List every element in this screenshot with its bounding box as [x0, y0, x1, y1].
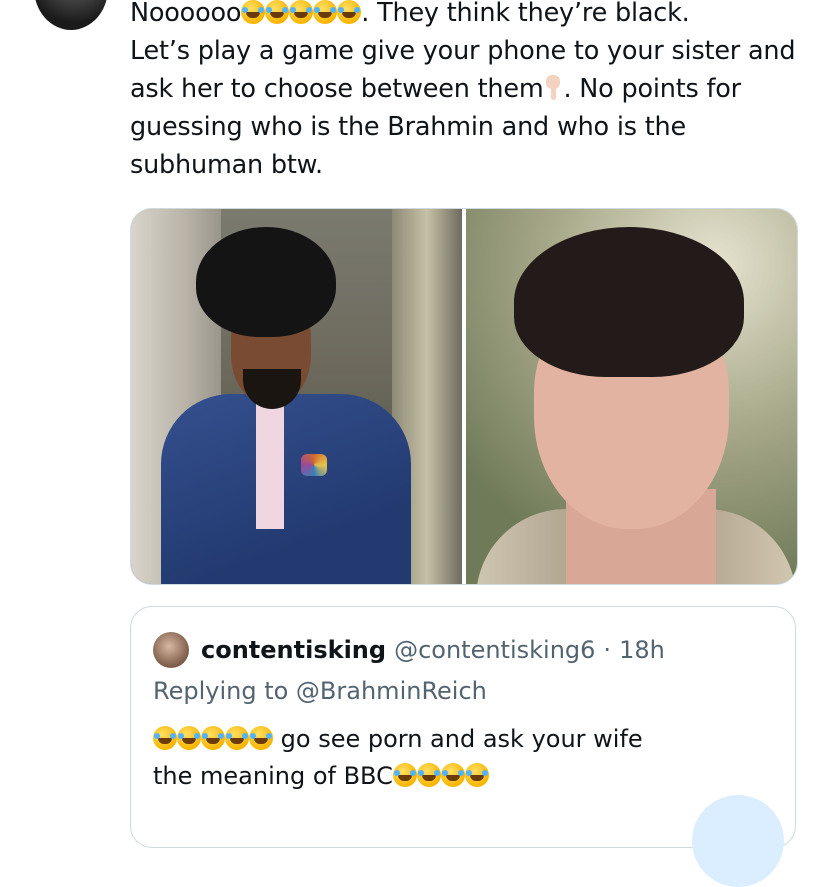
quoted-tweet-text: go see porn and ask your wife the meanin… [153, 721, 773, 795]
laughing-emoji-icon [177, 726, 201, 750]
photo-left-pocket-square [301, 454, 327, 476]
laughing-emoji-icon [416, 763, 441, 787]
photo-left-suit [161, 394, 411, 584]
meta-separator: · [603, 636, 612, 664]
laughing-emoji-icon [153, 726, 177, 750]
laughing-emoji-icon [265, 0, 290, 24]
laughing-emoji-icon [440, 763, 465, 787]
tweet-text-line2: Let’s play a game give your phone to you… [130, 36, 796, 66]
quoted-author-avatar[interactable] [153, 632, 189, 668]
tweet-text-line5: subhuman btw. [130, 150, 323, 180]
laughing-emoji-icon [289, 0, 314, 24]
quoted-tweet-time[interactable]: 18h [619, 636, 665, 664]
photo-left-shirt [256, 389, 284, 529]
laughing-emoji-icon [201, 726, 225, 750]
compose-fab-button[interactable] [692, 795, 784, 887]
tweet-text-line4: guessing who is the Brahmin and who is t… [130, 112, 686, 142]
photo-right-hair [514, 227, 744, 377]
quoted-text-part2: the meaning of BBC [153, 762, 393, 790]
laughing-emoji-icon [249, 726, 273, 750]
pointing-down-hand-icon [543, 75, 563, 101]
laughing-emoji-icon [225, 726, 249, 750]
author-avatar[interactable] [34, 0, 108, 30]
quoted-text-part1: go see porn and ask your wife [280, 725, 643, 753]
quoted-author-handle[interactable]: @contentisking6 [394, 636, 595, 664]
tweet-media-grid [130, 208, 798, 585]
laughing-emoji-icon [392, 763, 417, 787]
laughing-emoji-icon [241, 0, 266, 24]
laughing-emoji-icon [313, 0, 338, 24]
laughing-emoji-icon [337, 0, 362, 24]
tweet-text-line3a: ask her to choose between them [130, 74, 544, 104]
quoted-tweet-header: contentisking @contentisking6 · 18h [153, 631, 665, 669]
laughing-emoji-icon [464, 763, 489, 787]
tweet-photo-right[interactable] [466, 209, 797, 584]
photo-left-hair [196, 227, 336, 337]
quoted-replying-to[interactable]: Replying to @BrahminReich [153, 677, 487, 705]
quoted-author-name[interactable]: contentisking [201, 636, 386, 664]
tweet-photo-left[interactable] [131, 209, 462, 584]
tweet-text-prefix: Noooooo [130, 0, 242, 28]
tweet-text-line1: . They think they’re black. [361, 0, 690, 28]
tweet-text-line3b: . No points for [563, 74, 741, 104]
tweet-text: Noooooo . They think they’re black. Let’s… [130, 0, 810, 184]
